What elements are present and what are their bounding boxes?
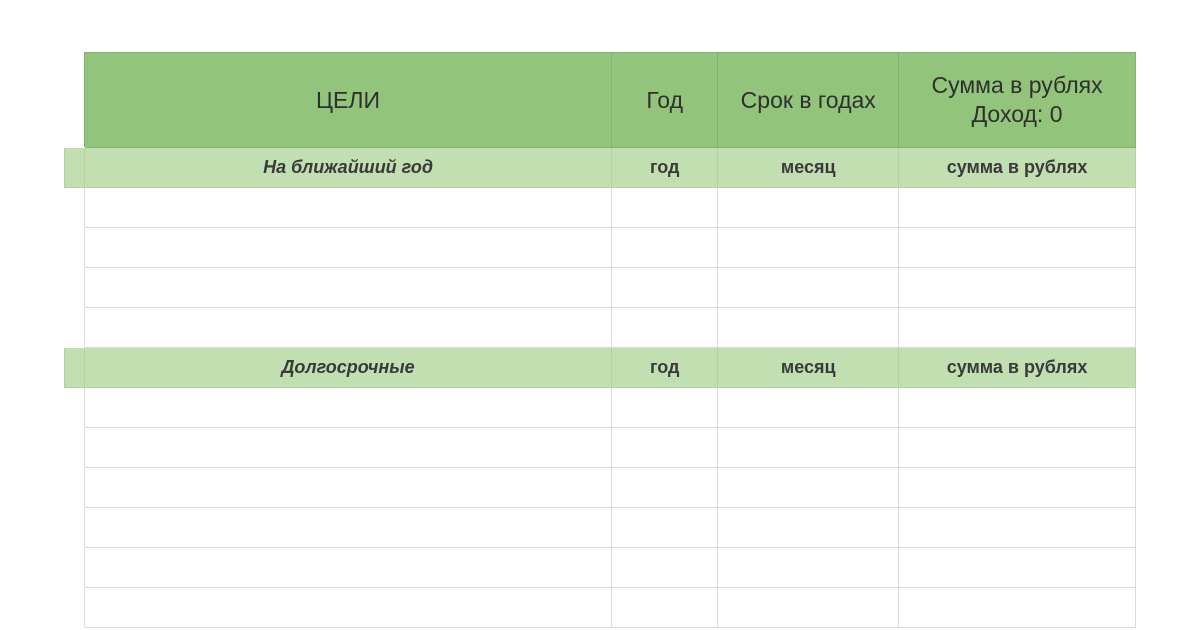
table-row [65, 268, 1136, 308]
cell-goal[interactable] [85, 588, 612, 628]
cell-sum[interactable] [899, 308, 1136, 348]
cell-year[interactable] [612, 268, 718, 308]
cell-year[interactable] [612, 508, 718, 548]
cell-year[interactable] [612, 228, 718, 268]
header-sum-line2: Доход: 0 [899, 100, 1135, 129]
cell-sum[interactable] [899, 188, 1136, 228]
cell-year[interactable] [612, 388, 718, 428]
table-row [65, 468, 1136, 508]
header-sum-line1: Сумма в рублях [899, 71, 1135, 100]
cell-goal[interactable] [85, 548, 612, 588]
section-title: Долгосрочные [85, 348, 612, 388]
table-row [65, 508, 1136, 548]
table-row [65, 308, 1136, 348]
cell-goal[interactable] [85, 308, 612, 348]
section-year-label: год [612, 148, 718, 188]
table-body: ЦЕЛИ Год Срок в годах Сумма в рублях Дох… [65, 53, 1136, 628]
cell-term[interactable] [718, 228, 899, 268]
cell-sum[interactable] [899, 428, 1136, 468]
cell-sum[interactable] [899, 468, 1136, 508]
cell-goal[interactable] [85, 508, 612, 548]
cell-term[interactable] [718, 188, 899, 228]
section-sum-label: сумма в рублях [899, 148, 1136, 188]
table-row [65, 388, 1136, 428]
cell-term[interactable] [718, 308, 899, 348]
cell-sum[interactable] [899, 228, 1136, 268]
header-year: Год [612, 53, 718, 148]
section-spacer [65, 348, 85, 388]
cell-year[interactable] [612, 188, 718, 228]
cell-year[interactable] [612, 468, 718, 508]
table-row [65, 188, 1136, 228]
cell-sum[interactable] [899, 508, 1136, 548]
header-spacer [65, 53, 85, 148]
section-title: На ближайший год [85, 148, 612, 188]
section-header-short-term: На ближайший год год месяц сумма в рубля… [65, 148, 1136, 188]
cell-goal[interactable] [85, 268, 612, 308]
cell-term[interactable] [718, 548, 899, 588]
header-term: Срок в годах [718, 53, 899, 148]
table-row [65, 428, 1136, 468]
table-header-row: ЦЕЛИ Год Срок в годах Сумма в рублях Дох… [65, 53, 1136, 148]
header-goals: ЦЕЛИ [85, 53, 612, 148]
cell-goal[interactable] [85, 428, 612, 468]
section-term-label: месяц [718, 148, 899, 188]
header-sum: Сумма в рублях Доход: 0 [899, 53, 1136, 148]
section-year-label: год [612, 348, 718, 388]
cell-sum[interactable] [899, 548, 1136, 588]
cell-term[interactable] [718, 428, 899, 468]
cell-term[interactable] [718, 268, 899, 308]
goals-table: ЦЕЛИ Год Срок в годах Сумма в рублях Дох… [64, 52, 1136, 628]
cell-sum[interactable] [899, 388, 1136, 428]
cell-term[interactable] [718, 388, 899, 428]
cell-year[interactable] [612, 548, 718, 588]
cell-term[interactable] [718, 588, 899, 628]
table-row [65, 228, 1136, 268]
cell-sum[interactable] [899, 588, 1136, 628]
cell-year[interactable] [612, 428, 718, 468]
table-row [65, 588, 1136, 628]
cell-term[interactable] [718, 468, 899, 508]
section-spacer [65, 148, 85, 188]
table-row [65, 548, 1136, 588]
section-header-long-term: Долгосрочные год месяц сумма в рублях [65, 348, 1136, 388]
cell-year[interactable] [612, 588, 718, 628]
cell-goal[interactable] [85, 468, 612, 508]
cell-year[interactable] [612, 308, 718, 348]
section-sum-label: сумма в рублях [899, 348, 1136, 388]
cell-goal[interactable] [85, 188, 612, 228]
cell-goal[interactable] [85, 388, 612, 428]
section-term-label: месяц [718, 348, 899, 388]
cell-sum[interactable] [899, 268, 1136, 308]
cell-goal[interactable] [85, 228, 612, 268]
cell-term[interactable] [718, 508, 899, 548]
